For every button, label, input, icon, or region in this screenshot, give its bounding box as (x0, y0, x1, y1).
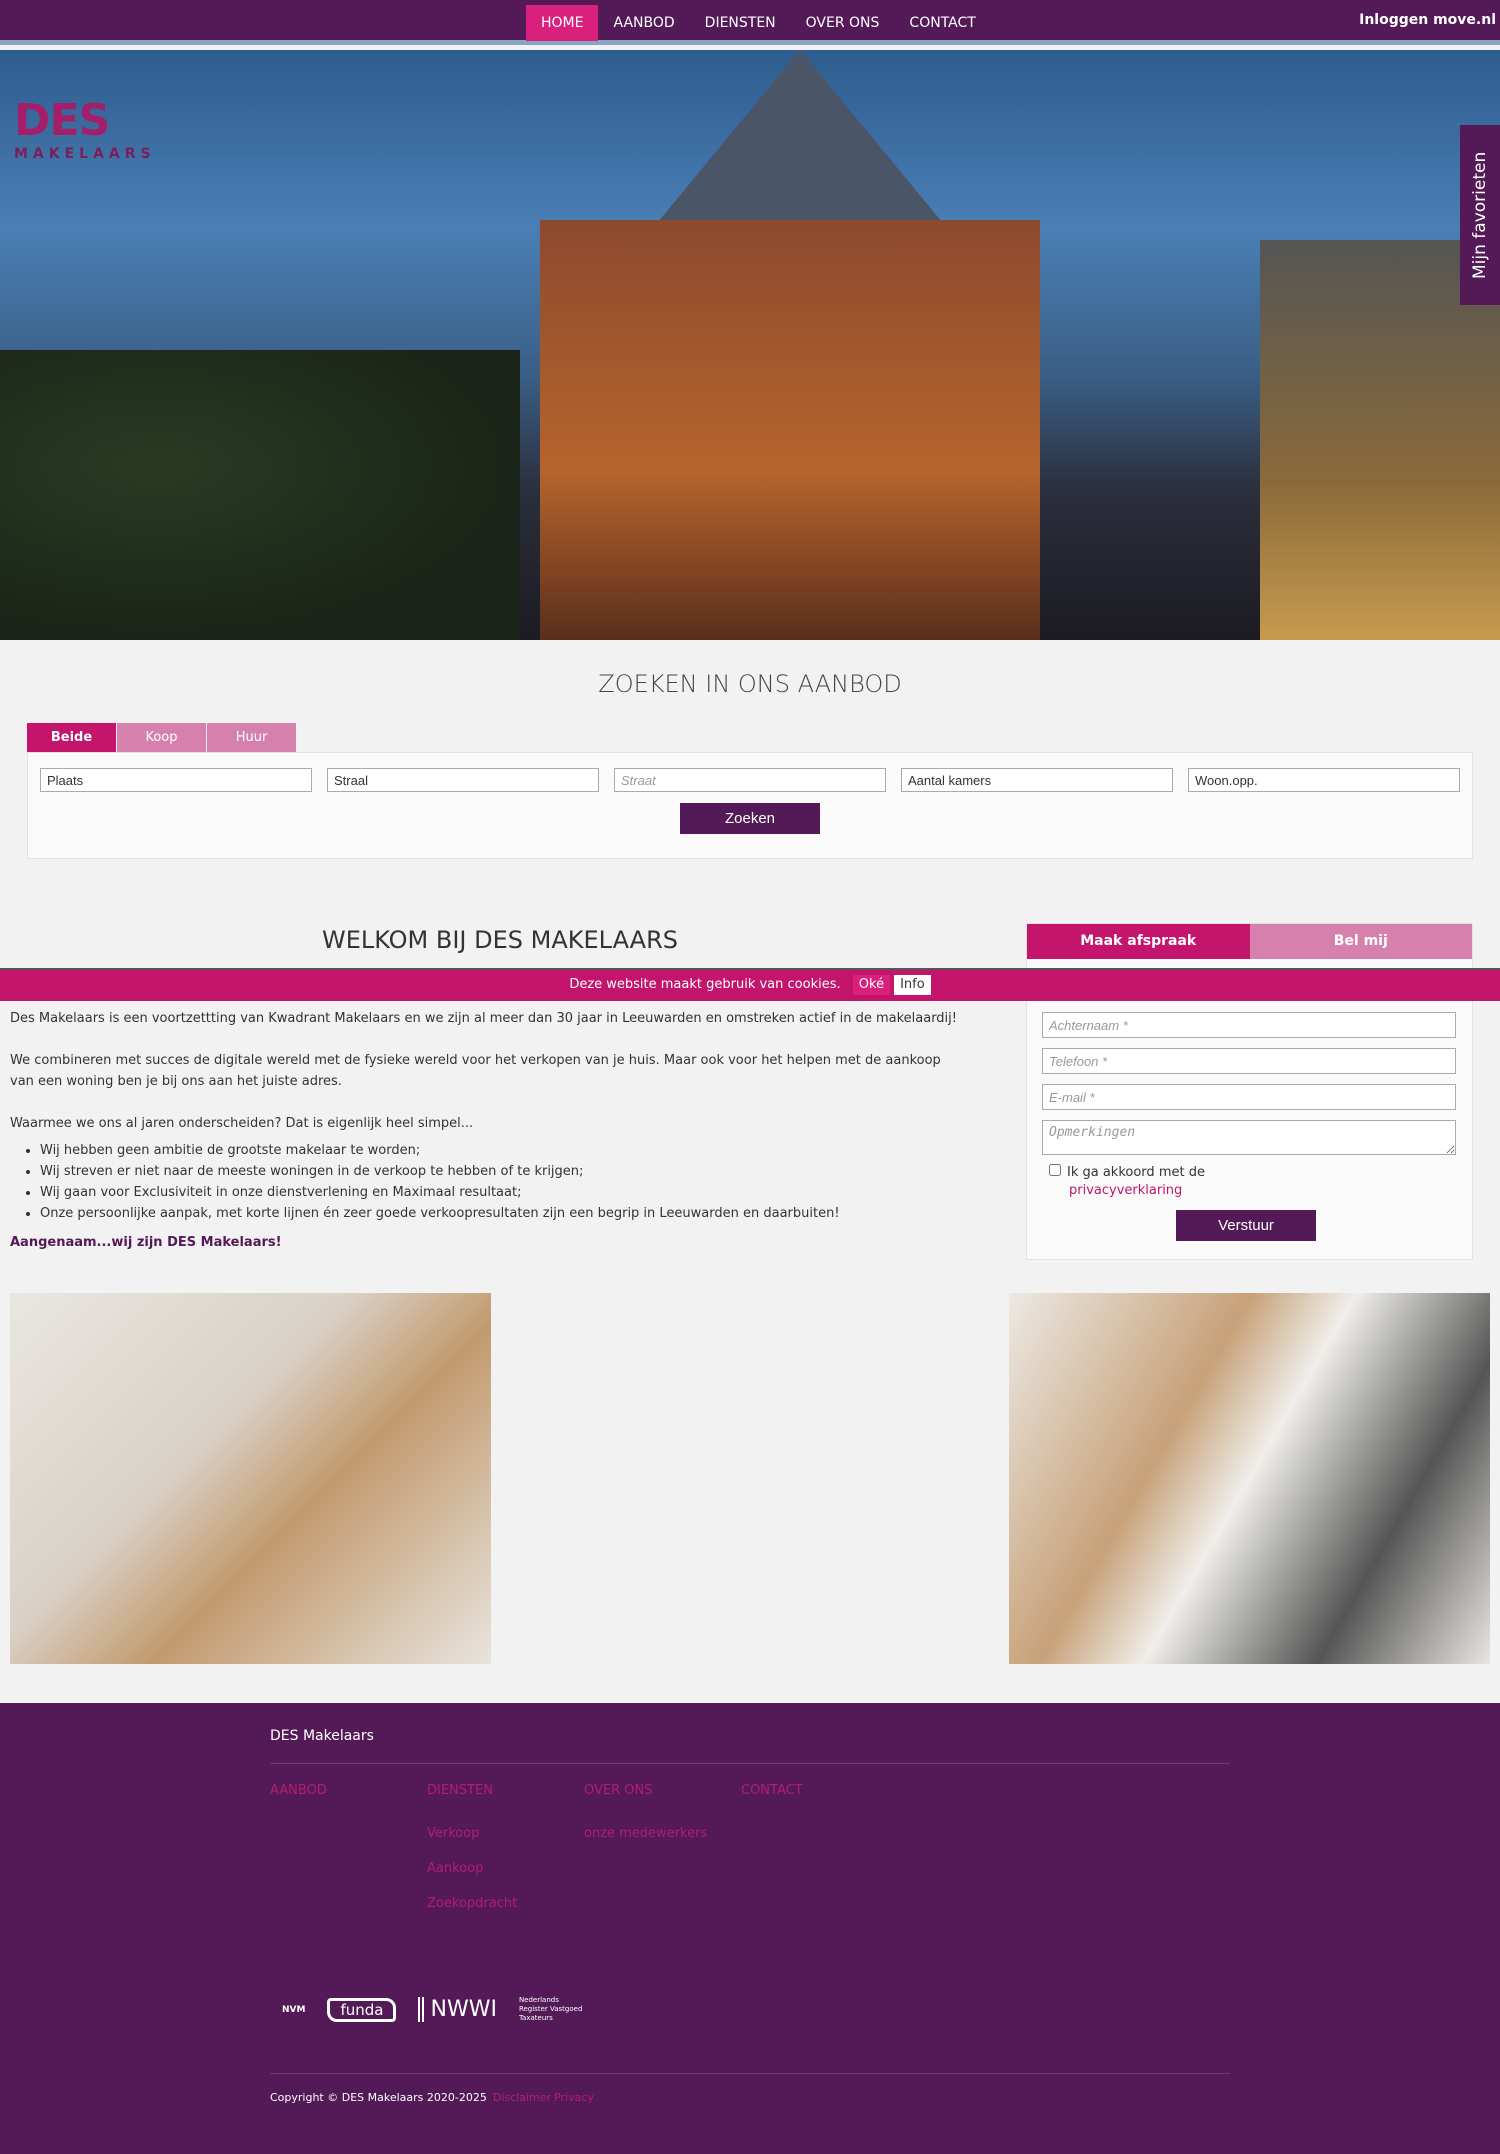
consent-label: Ik ga akkoord met de (1067, 1165, 1205, 1180)
trees (0, 350, 520, 640)
kamers-field[interactable] (901, 768, 1173, 792)
logo[interactable]: DES MAKELAARS (14, 95, 156, 162)
logo-name: DES (14, 95, 110, 146)
list-item: Wij streven er niet naar de meeste wonin… (40, 1161, 1010, 1182)
straal-field[interactable] (327, 768, 599, 792)
divider (270, 1763, 1230, 1764)
privacy-consent: Ik ga akkoord met de privacyverklaring (1049, 1164, 1205, 1200)
main-menu: HOME AANBOD DIENSTEN OVER ONS CONTACT (526, 5, 991, 41)
welcome-title: WELKOM BIJ DES MAKELAARS (321, 926, 679, 954)
top-nav: HOME AANBOD DIENSTEN OVER ONS CONTACT In… (0, 0, 1500, 45)
tab-bel-mij[interactable]: Bel mij (1249, 924, 1472, 959)
logo-sub: MAKELAARS (14, 146, 156, 162)
email-input[interactable] (1042, 1084, 1456, 1110)
paragraph: Waarmee we ons al jaren onderscheiden? D… (10, 1116, 474, 1131)
partner-logos: NVM funda NWWI Nederlands Register Vastg… (270, 1996, 1230, 2023)
funda-logo: funda (327, 1997, 397, 2022)
text: We combineren met succes de digitale wer… (10, 1053, 941, 1068)
privacy-footer-link[interactable]: Privacy (554, 2091, 594, 2104)
paragraph: Des Makelaars is een voortzettting van K… (10, 1011, 957, 1026)
search-button[interactable]: Zoeken (680, 803, 820, 834)
achternaam-input[interactable] (1042, 1012, 1456, 1038)
plaats-field[interactable] (40, 768, 312, 792)
tab-maak-afspraak[interactable]: Maak afspraak (1027, 924, 1250, 959)
woonopp-field[interactable] (1188, 768, 1460, 792)
photo-couple-clothes (1009, 1293, 1490, 1664)
nav-contact[interactable]: CONTACT (894, 5, 990, 41)
cookie-text: Deze website maakt gebruik van cookies. (569, 977, 841, 992)
nav-home[interactable]: HOME (526, 5, 599, 41)
privacy-link[interactable]: privacyverklaring (1069, 1182, 1205, 1200)
tab-huur[interactable]: Huur (207, 723, 297, 752)
privacy-checkbox[interactable] (1049, 1164, 1061, 1176)
paragraph: We combineren met succes de digitale wer… (10, 1050, 1010, 1092)
list-item: Wij hebben geen ambitie de grootste make… (40, 1140, 1010, 1161)
copyright-text: Copyright © DES Makelaars 2020-2025 (270, 2091, 487, 2104)
footer-over-ons[interactable]: OVER ONS (584, 1783, 741, 1798)
search-title: ZOEKEN IN ONS AANBOD (598, 670, 902, 698)
footer-zoekopdracht[interactable]: Zoekopdracht (427, 1896, 584, 1911)
welcome-text: Des Makelaars is een voortzettting van K… (10, 1008, 1010, 1253)
favorites-tab[interactable]: Mijn favorieten (1460, 125, 1500, 305)
cookie-bar: Deze website maakt gebruik van cookies. … (0, 968, 1500, 1001)
footer: DES Makelaars AANBOD DIENSTEN Verkoop Aan… (0, 1703, 1500, 2154)
text: van een woning ben je bij ons aan het ju… (10, 1074, 342, 1089)
tab-koop[interactable]: Koop (117, 723, 207, 752)
photo-couple-laptop (10, 1293, 491, 1664)
footer-aanbod[interactable]: AANBOD (270, 1783, 427, 1798)
footer-verkoop[interactable]: Verkoop (427, 1826, 584, 1841)
tab-beide[interactable]: Beide (27, 723, 117, 752)
submit-button[interactable]: Verstuur (1176, 1210, 1316, 1241)
divider (270, 2073, 1230, 2074)
building (540, 220, 1040, 640)
hero-image: DES MAKELAARS Mijn favorieten (0, 50, 1500, 640)
footer-aankoop[interactable]: Aankoop (427, 1861, 584, 1876)
benefits-list: Wij hebben geen ambitie de grootste make… (40, 1140, 1010, 1224)
cookie-ok-button[interactable]: Oké (852, 975, 891, 995)
nav-diensten[interactable]: DIENSTEN (690, 5, 791, 41)
list-item: Wij gaan voor Exclusiviteit in onze dien… (40, 1182, 1010, 1203)
list-item: Onze persoonlijke aanpak, met korte lijn… (40, 1203, 1010, 1224)
cookie-info-button[interactable]: Info (894, 975, 931, 995)
copyright: Copyright © DES Makelaars 2020-2025 Discl… (270, 2091, 1230, 2104)
nav-aanbod[interactable]: AANBOD (598, 5, 689, 41)
nrvt-logo: Nederlands Register Vastgoed Taxateurs (518, 1996, 583, 2022)
footer-contact[interactable]: CONTACT (741, 1783, 898, 1798)
footer-medewerkers[interactable]: onze medewerkers (584, 1826, 741, 1841)
footer-diensten[interactable]: DIENSTEN (427, 1783, 584, 1798)
nav-over-ons[interactable]: OVER ONS (791, 5, 895, 41)
login-link[interactable]: Inloggen move.nl (1359, 12, 1496, 28)
nwwi-logo: NWWI (418, 1997, 497, 2022)
closing-text: Aangenaam...wij zijn DES Makelaars! (10, 1235, 282, 1250)
opmerkingen-input[interactable] (1042, 1120, 1456, 1155)
search-tabs: Beide Koop Huur (27, 723, 297, 752)
straat-input[interactable] (614, 768, 886, 792)
disclaimer-link[interactable]: Disclaimer (493, 2091, 551, 2104)
footer-columns: AANBOD DIENSTEN Verkoop Aankoop Zoekopdrac… (270, 1783, 1230, 1931)
nvm-logo: NVM (282, 2004, 306, 2015)
footer-title: DES Makelaars (270, 1728, 374, 1744)
telefoon-input[interactable] (1042, 1048, 1456, 1074)
search-box: Zoeken (27, 752, 1473, 859)
